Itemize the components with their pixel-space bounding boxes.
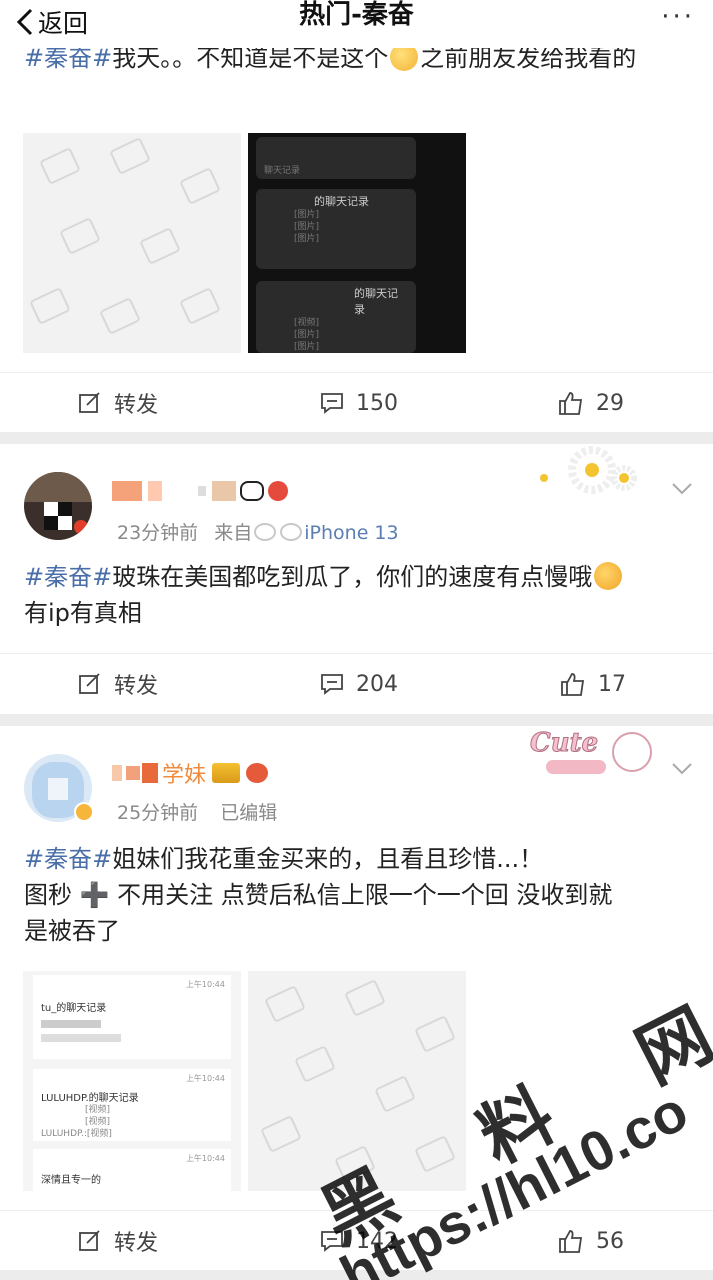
username[interactable]: 学妹 (112, 758, 269, 788)
comment-icon (321, 393, 343, 414)
post-text-line2: 有ip有真相 (24, 599, 142, 627)
more-options-button[interactable]: ··· (661, 2, 695, 32)
comment-icon (321, 674, 343, 695)
panda-badge-icon (240, 481, 264, 501)
page-title: 热门-秦奋 (299, 0, 414, 30)
like-button[interactable]: 17 (560, 654, 626, 714)
like-count: 17 (598, 671, 626, 697)
like-count: 56 (596, 1228, 624, 1254)
repost-button[interactable]: 转发 (78, 1211, 158, 1271)
post-time: 25分钟前 (117, 802, 199, 824)
share-edit-icon (79, 392, 100, 413)
share-edit-icon (79, 673, 100, 694)
post-meta: 25分钟前 已编辑 (117, 798, 277, 825)
cute-label: Cute (529, 728, 599, 759)
like-count: 29 (596, 390, 624, 416)
hashtag-link[interactable]: #秦奋# (24, 44, 112, 72)
repost-label: 转发 (114, 393, 159, 418)
avatar[interactable] (24, 472, 92, 540)
post-time: 23分钟前 (117, 522, 199, 544)
repost-button[interactable]: 转发 (78, 373, 158, 433)
edited-label: 已编辑 (220, 802, 278, 824)
thumbs-up-icon (559, 1230, 583, 1253)
chat-card: 上午10:44 LULUHDP.的聊天记录 [视频] [视频] LULUHDP.… (33, 1069, 231, 1141)
chat-card: 的聊天记录 [图片] [图片] [图片] (256, 189, 416, 269)
thumbs-up-icon (559, 392, 583, 415)
source-label: 来自 (214, 522, 253, 544)
comment-button[interactable]: 204 (320, 654, 398, 714)
post-text: #秦奋#玻珠在美国都吃到瓜了，你们的速度有点慢哦 有ip有真相 (24, 559, 691, 631)
ring-icon (254, 523, 277, 541)
chat-card: 上午10:44 tu_的聊天记录 (33, 975, 231, 1059)
post-meta: 23分钟前 来自 iPhone 13 (117, 518, 399, 545)
post-image[interactable] (23, 133, 241, 353)
chat-card: 聊天记录 (256, 137, 416, 179)
post-actions: 转发 204 17 (0, 653, 713, 713)
like-button[interactable]: 56 (558, 1211, 624, 1271)
post-text-line2: 图秒 ➕ 不用关注 点赞后私信上限一个一个回 没收到就 (24, 881, 613, 909)
cute-decoration: Cute (529, 726, 660, 784)
chevron-down-icon[interactable] (671, 762, 693, 776)
post-image-chat[interactable]: 上午10:44 tu_的聊天记录 上午10:44 LULUHDP.的聊天记录 [… (23, 971, 241, 1191)
post-separator (0, 714, 713, 726)
like-button[interactable]: 29 (558, 373, 624, 433)
repost-button[interactable]: 转发 (78, 654, 158, 714)
crown-badge-icon (212, 763, 241, 783)
post-text-body: 玻珠在美国都吃到瓜了，你们的速度有点慢哦 (112, 563, 593, 591)
chevron-down-icon[interactable] (671, 482, 693, 496)
post-text-line3: 是被吞了 (24, 917, 120, 945)
post-2: 23分钟前 来自 iPhone 13 #秦奋#玻珠在美国都吃到瓜了，你们的速度有点… (0, 444, 713, 714)
strawberry-badge-icon (268, 481, 288, 501)
username[interactable] (112, 476, 288, 506)
post-actions: 转发 150 29 (0, 372, 713, 432)
rose-badge-icon (246, 763, 269, 783)
comment-count: 150 (356, 390, 398, 416)
post-1: #秦奋#我天。。不知道是不是这个 之前朋友发给我看的 聊天记录 的聊天记录 [图片… (0, 0, 713, 432)
hashtag-link[interactable]: #秦奋# (24, 563, 112, 591)
share-edit-icon (79, 1230, 100, 1251)
comment-count: 204 (356, 671, 398, 697)
repost-label: 转发 (114, 674, 159, 699)
device-link[interactable]: iPhone 13 (304, 522, 398, 544)
daisy-decoration (520, 444, 690, 504)
hashtag-link[interactable]: #秦奋# (24, 845, 112, 873)
emoji-icon (594, 562, 623, 590)
post-text-body: 我天。。不知道是不是这个 (112, 44, 389, 72)
post-text: #秦奋#姐妹们我花重金买来的，且看且珍惜...！ 图秒 ➕ 不用关注 点赞后私信… (24, 841, 691, 949)
verified-badge-icon (74, 802, 94, 822)
post-separator (0, 432, 713, 444)
repost-label: 转发 (114, 1231, 159, 1256)
comment-button[interactable]: 150 (320, 373, 398, 433)
ring-icon (280, 523, 303, 541)
post-text-body: 姐妹们我花重金买来的，且看且珍惜...！ (112, 845, 544, 873)
post-image-chat[interactable]: 聊天记录 的聊天记录 [图片] [图片] [图片] 的聊天记录 [视频] [图片… (248, 133, 466, 353)
nav-bar: 返回 热门-秦奋 ··· (0, 0, 713, 48)
thumbs-up-icon (561, 673, 585, 696)
post-text-body-2: 之前朋友发给我看的 (420, 44, 637, 72)
chat-card: 上午10:44 深情且专一的 (33, 1149, 231, 1191)
chat-card: 的聊天记录 [视频] [图片] [图片] (256, 281, 416, 353)
